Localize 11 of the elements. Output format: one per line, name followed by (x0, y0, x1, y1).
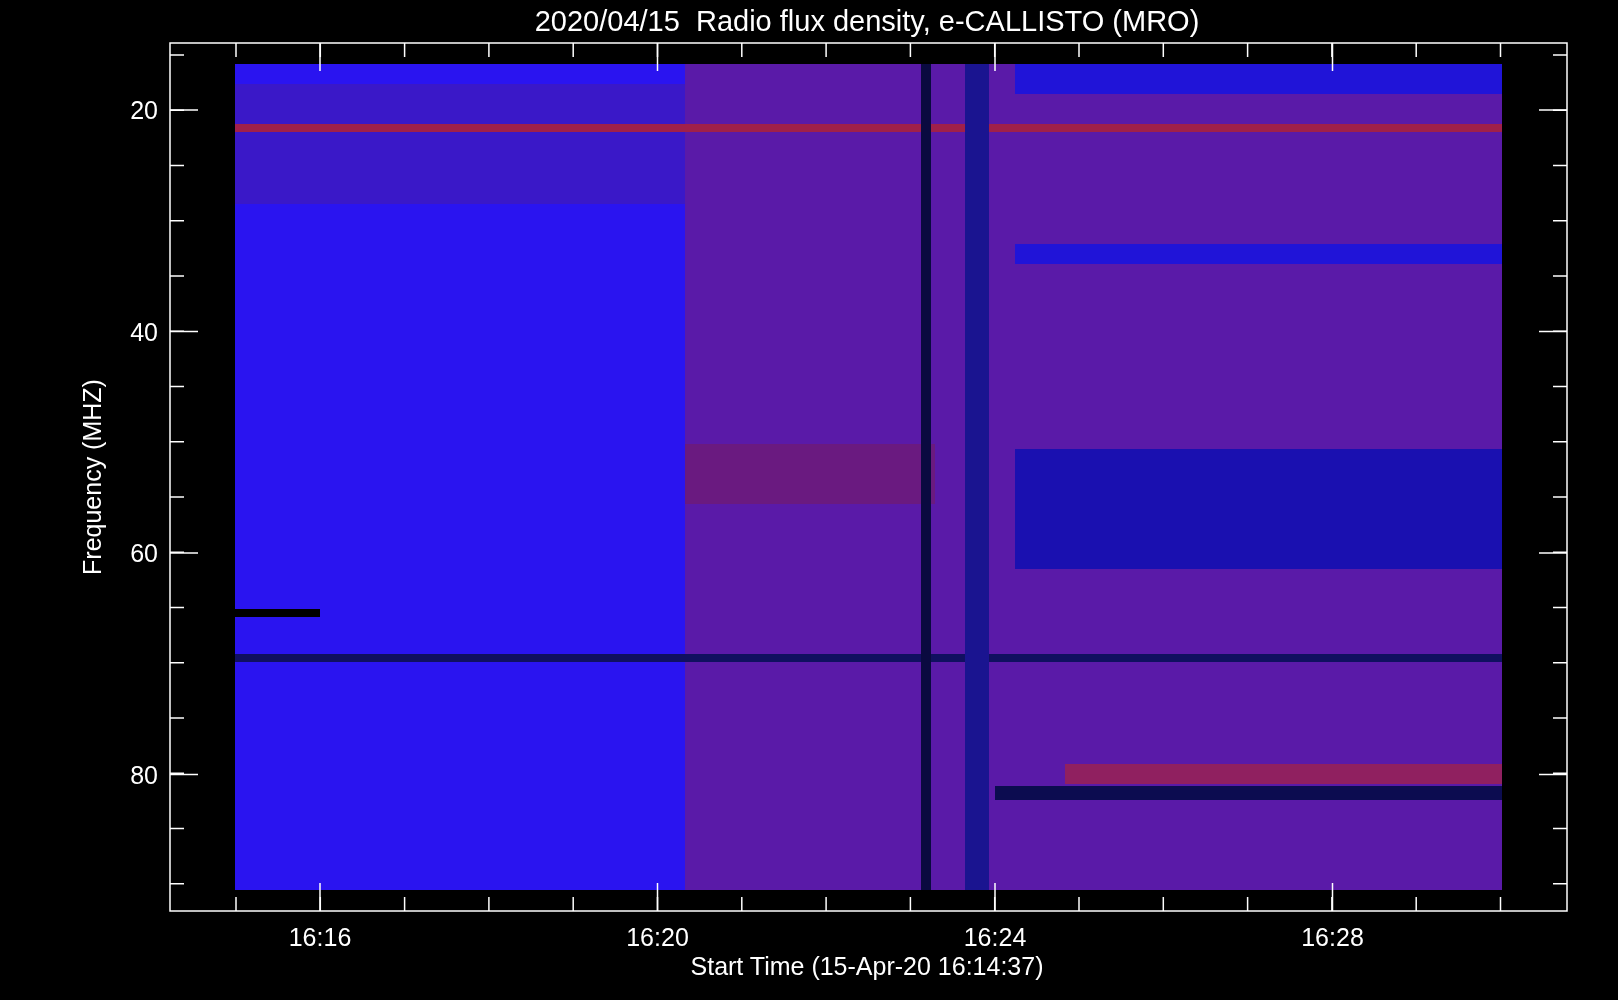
axis-title: Frequency (MHZ) (78, 379, 106, 575)
tick-label: 16:24 (963, 923, 1027, 951)
tick-label: 16:28 (1301, 923, 1364, 951)
axis-title: Start Time (15-Apr-20 16:14:37) (690, 952, 1044, 980)
tick-label: 40 (130, 317, 158, 346)
tick-label: 20 (130, 96, 158, 124)
tick-label: 60 (130, 539, 158, 567)
tick-label: 80 (130, 760, 158, 789)
tick-label: 16:16 (288, 923, 352, 951)
chart-title: 2020/04/15 Radio flux density, e-CALLISTO (MRO) (534, 5, 1200, 37)
tick-label: 16:20 (626, 923, 689, 951)
